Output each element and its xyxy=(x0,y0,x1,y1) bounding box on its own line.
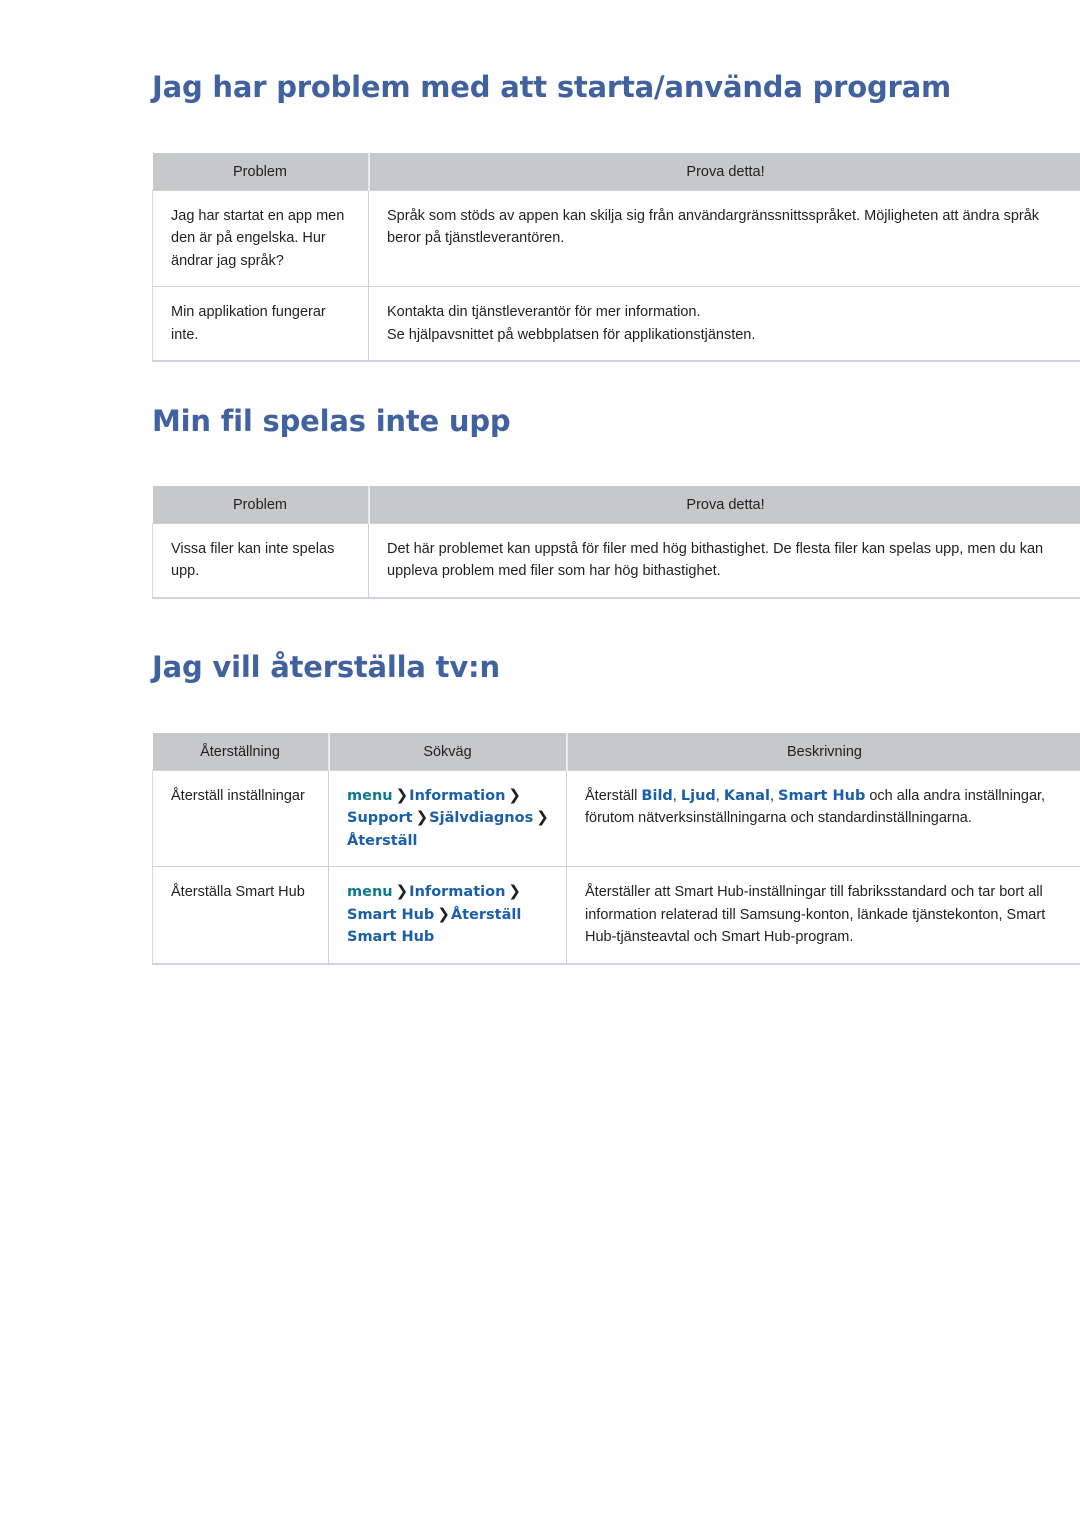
answer-line-1: Kontakta din tjänstleverantör för mer in… xyxy=(387,304,701,321)
column-header-description: Beskrivning xyxy=(566,733,1080,771)
column-header-try-this: Prova detta! xyxy=(368,486,1080,524)
menu-path-1: menu ❯Information ❯Support ❯Självdiagnos ❯Åt… xyxy=(347,786,550,849)
section-1-heading: Jag har problem med att starta/använda p… xyxy=(152,70,952,104)
problems-apps-table: Problem Prova detta! Jag har startat en … xyxy=(152,153,1080,363)
section-3-table-wrap: Återställning Sökväg Beskrivning Återstä… xyxy=(152,733,1080,965)
column-header-problem: Problem xyxy=(152,486,370,524)
chevron-right-icon: ❯ xyxy=(508,786,521,804)
cell-problem: Min applikation fungerar inte. xyxy=(152,286,369,362)
menu-path-item[interactable]: menu xyxy=(347,788,393,804)
chevron-right-icon: ❯ xyxy=(395,786,409,804)
table-row: Vissa filer kan inte spelas upp. Det här… xyxy=(152,522,1080,599)
table-header-row: Problem Prova detta! xyxy=(152,153,1080,191)
cell-problem: Vissa filer kan inte spelas upp. xyxy=(152,522,369,599)
description-prefix: Återställ xyxy=(585,788,642,804)
section-1-table-wrap: Problem Prova detta! Jag har startat en … xyxy=(152,153,1080,363)
menu-path-item[interactable]: Information xyxy=(409,788,505,804)
section-2-heading: Min fil spelas inte upp xyxy=(152,404,511,438)
cell-description: Återställer att Smart Hub-inställningar … xyxy=(566,866,1080,965)
sep: , xyxy=(715,788,724,804)
keyword-ljud: Ljud xyxy=(680,788,716,804)
document-page: Jag har problem med att starta/använda p… xyxy=(0,0,1080,1527)
column-header-problem: Problem xyxy=(152,153,370,191)
cell-problem: Jag har startat en app men den är på eng… xyxy=(152,189,369,288)
file-playback-table: Problem Prova detta! Vissa filer kan int… xyxy=(152,486,1080,599)
menu-path-item[interactable]: Information xyxy=(409,884,505,900)
cell-answer: Språk som stöds av appen kan skilja sig … xyxy=(368,189,1080,288)
table-header-row: Problem Prova detta! xyxy=(152,486,1080,524)
cell-menu-path: menu ❯Information ❯Support ❯Självdiagnos ❯Åt… xyxy=(328,769,567,868)
cell-answer: Kontakta din tjänstleverantör för mer in… xyxy=(368,286,1080,362)
cell-menu-path: menu ❯Information ❯Smart Hub ❯Återställ Sma… xyxy=(328,866,567,965)
menu-path-item[interactable]: Självdiagnos xyxy=(429,810,533,826)
column-header-try-this: Prova detta! xyxy=(368,153,1080,191)
chevron-right-icon: ❯ xyxy=(508,882,521,901)
column-header-path: Sökväg xyxy=(328,733,568,771)
cell-description: Återställ Bild, Ljud, Kanal, Smart Hub o… xyxy=(566,769,1080,868)
cell-reset-name: Återställ inställningar xyxy=(152,769,329,868)
chevron-right-icon: ❯ xyxy=(415,808,429,827)
table-row: Återställ inställningar menu ❯Information… xyxy=(152,769,1080,868)
column-header-reset: Återställning xyxy=(152,733,330,771)
cell-reset-name: Återställa Smart Hub xyxy=(152,866,329,965)
table-row: Jag har startat en app men den är på eng… xyxy=(152,189,1080,288)
keyword-smart-hub: Smart Hub xyxy=(778,788,866,804)
section-1: Jag har problem med att starta/använda p… xyxy=(152,70,952,104)
menu-path-2: menu ❯Information ❯Smart Hub ❯Återställ Sma… xyxy=(347,882,522,945)
section-2-table-wrap: Problem Prova detta! Vissa filer kan int… xyxy=(152,486,1080,599)
menu-path-item[interactable]: menu xyxy=(347,884,393,900)
section-2: Min fil spelas inte upp xyxy=(152,404,511,438)
table-row: Återställa Smart Hub menu ❯Information ❯Sm… xyxy=(152,866,1080,965)
answer-line-2: Se hjälpavsnittet på webbplatsen för app… xyxy=(387,326,756,343)
table-header-row: Återställning Sökväg Beskrivning xyxy=(152,733,1080,771)
keyword-kanal: Kanal xyxy=(723,788,770,804)
reset-tv-table: Återställning Sökväg Beskrivning Återstä… xyxy=(152,733,1080,965)
section-3-heading: Jag vill återställa tv:n xyxy=(152,650,500,684)
keyword-bild: Bild xyxy=(641,788,673,804)
menu-path-item[interactable]: Smart Hub xyxy=(347,907,434,923)
sep: , xyxy=(672,788,681,804)
table-row: Min applikation fungerar inte. Kontakta … xyxy=(152,286,1080,362)
sep: , xyxy=(769,788,779,804)
cell-answer: Det här problemet kan uppstå för filer m… xyxy=(368,522,1080,599)
section-3: Jag vill återställa tv:n xyxy=(152,650,500,684)
chevron-right-icon: ❯ xyxy=(536,808,549,827)
chevron-right-icon: ❯ xyxy=(395,882,409,901)
menu-path-item[interactable]: Support xyxy=(347,810,413,826)
menu-path-item[interactable]: Återställ xyxy=(347,833,417,849)
chevron-right-icon: ❯ xyxy=(437,904,450,923)
